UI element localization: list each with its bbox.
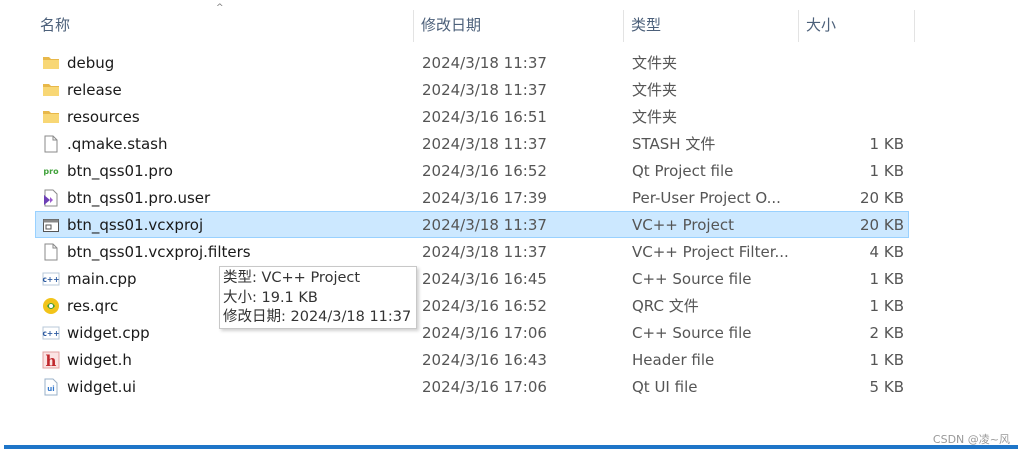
column-header-type[interactable]: 类型 [631, 14, 661, 35]
file-name: widget.h [67, 351, 132, 369]
column-header-date[interactable]: 修改日期 [421, 14, 481, 35]
file-size: 20 KB [860, 189, 904, 207]
qrc-file-icon [42, 297, 60, 315]
file-size: 1 KB [869, 270, 904, 288]
file-type: 文件夹 [632, 81, 678, 99]
file-row[interactable]: release 2024/3/18 11:37 文件夹 [35, 76, 909, 103]
file-type: 文件夹 [632, 108, 678, 126]
file-date: 2024/3/16 16:43 [422, 351, 547, 369]
file-row[interactable]: debug 2024/3/18 11:37 文件夹 [35, 49, 909, 76]
file-type: C++ Source file [632, 270, 752, 288]
file-date: 2024/3/16 17:06 [422, 324, 547, 342]
file-date: 2024/3/18 11:37 [422, 81, 547, 99]
file-date: 2024/3/18 11:37 [422, 135, 547, 153]
file-size: 4 KB [869, 243, 904, 261]
svg-text:ui: ui [47, 385, 54, 393]
file-date: 2024/3/16 17:39 [422, 189, 547, 207]
file-name: res.qrc [67, 297, 119, 315]
cpp-file-icon: c++ [42, 324, 60, 342]
column-divider[interactable] [798, 10, 799, 42]
document-icon [42, 135, 60, 153]
column-divider[interactable] [623, 10, 624, 42]
file-name: .qmake.stash [67, 135, 168, 153]
column-header-size[interactable]: 大小 [806, 14, 836, 35]
file-name: btn_qss01.vcxproj.filters [67, 243, 251, 261]
file-row[interactable]: btn_qss01.vcxproj.filters 2024/3/18 11:3… [35, 238, 909, 265]
file-size: 1 KB [869, 135, 904, 153]
file-type: Qt UI file [632, 378, 698, 396]
file-type: 文件夹 [632, 54, 678, 72]
folder-icon [42, 108, 60, 126]
file-name: resources [67, 108, 140, 126]
file-date: 2024/3/16 16:45 [422, 270, 547, 288]
file-row[interactable]: resources 2024/3/16 16:51 文件夹 [35, 103, 909, 130]
svg-text:c++: c++ [42, 329, 59, 338]
vc-project-icon [42, 216, 60, 234]
folder-icon [42, 81, 60, 99]
file-name: debug [67, 54, 115, 72]
file-row[interactable]: btn_qss01.pro.user 2024/3/16 17:39 Per-U… [35, 184, 909, 211]
file-row[interactable]: c++ widget.cpp 2024/3/16 17:06 C++ Sourc… [35, 319, 909, 346]
file-name: release [67, 81, 122, 99]
svg-text:c++: c++ [42, 275, 59, 284]
column-header-bar: ^ 名称 修改日期 类型 大小 [0, 0, 1024, 48]
file-row[interactable]: h widget.h 2024/3/16 16:43 Header file 1… [35, 346, 909, 373]
file-type: C++ Source file [632, 324, 752, 342]
file-name: widget.ui [67, 378, 137, 396]
file-row[interactable]: pro btn_qss01.pro 2024/3/16 16:52 Qt Pro… [35, 157, 909, 184]
file-type: STASH 文件 [632, 135, 716, 153]
file-row[interactable]: .qmake.stash 2024/3/18 11:37 STASH 文件 1 … [35, 130, 909, 157]
file-type: Per-User Project O... [632, 189, 781, 207]
file-type: Header file [632, 351, 715, 369]
file-row-selected[interactable]: btn_qss01.vcxproj 2024/3/18 11:37 VC++ P… [35, 211, 909, 238]
column-divider[interactable] [413, 10, 414, 42]
file-name: btn_qss01.pro.user [67, 189, 211, 207]
document-icon [42, 243, 60, 261]
ui-file-icon: ui [42, 378, 60, 396]
file-date: 2024/3/16 17:06 [422, 378, 547, 396]
file-size: 1 KB [869, 297, 904, 315]
file-type: QRC 文件 [632, 297, 699, 315]
file-name: btn_qss01.pro [67, 162, 173, 180]
watermark-text: CSDN @凌~风 [932, 433, 1010, 446]
file-date: 2024/3/18 11:37 [422, 243, 547, 261]
file-size: 1 KB [869, 351, 904, 369]
qt-pro-icon: pro [42, 162, 60, 180]
svg-text:h: h [46, 352, 57, 369]
file-name: widget.cpp [67, 324, 150, 342]
sort-indicator-icon: ^ [216, 3, 224, 13]
file-date: 2024/3/18 11:37 [422, 216, 547, 234]
file-name: main.cpp [67, 270, 137, 288]
visual-studio-icon [42, 189, 60, 207]
file-date: 2024/3/16 16:52 [422, 297, 547, 315]
file-type: VC++ Project [632, 216, 734, 234]
file-row[interactable]: ui widget.ui 2024/3/16 17:06 Qt UI file … [35, 373, 909, 400]
column-header-name[interactable]: 名称 [40, 14, 70, 35]
tooltip-type: 类型: VC++ Project [223, 270, 361, 286]
file-date: 2024/3/16 16:52 [422, 162, 547, 180]
folder-icon [42, 54, 60, 72]
file-name: btn_qss01.vcxproj [67, 216, 204, 234]
tooltip-date: 修改日期: 2024/3/18 11:37 [223, 309, 412, 325]
file-row[interactable]: c++ main.cpp 2024/3/16 16:45 C++ Source … [35, 265, 909, 292]
file-size: 2 KB [869, 324, 904, 342]
tooltip-size: 大小: 19.1 KB [223, 289, 318, 306]
file-date: 2024/3/16 16:51 [422, 108, 547, 126]
header-file-icon: h [42, 351, 60, 370]
column-divider[interactable] [914, 10, 915, 42]
svg-text:pro: pro [43, 167, 59, 176]
cpp-file-icon: c++ [42, 270, 60, 288]
file-row[interactable]: res.qrc 2024/3/16 16:52 QRC 文件 1 KB [35, 292, 909, 319]
file-date: 2024/3/18 11:37 [422, 54, 547, 72]
file-type: Qt Project file [632, 162, 734, 180]
file-info-tooltip: 类型: VC++ Project 大小: 19.1 KB 修改日期: 2024/… [219, 266, 417, 329]
file-size: 5 KB [869, 378, 904, 396]
file-size: 1 KB [869, 162, 904, 180]
file-size: 20 KB [860, 216, 904, 234]
bottom-accent-line [4, 445, 1018, 449]
file-type: VC++ Project Filter... [632, 243, 789, 261]
